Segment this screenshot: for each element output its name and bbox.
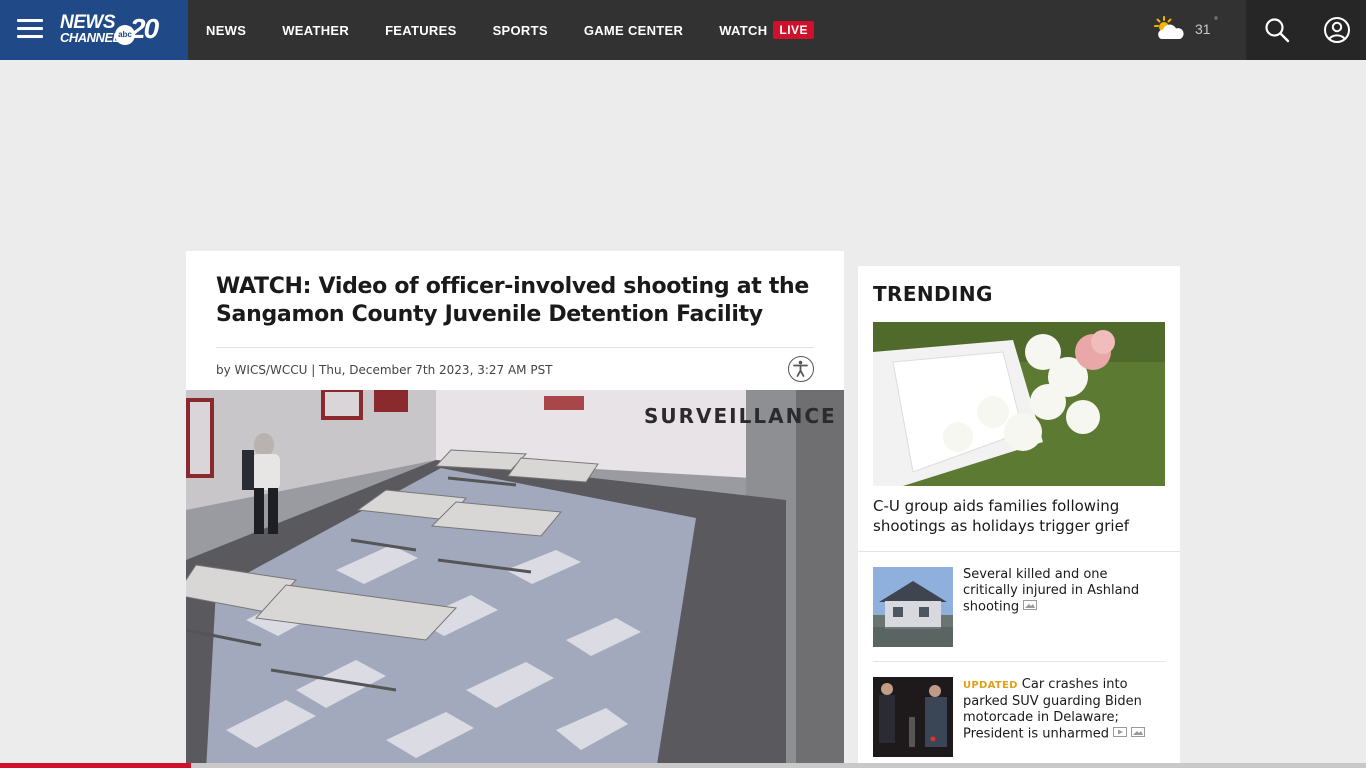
trending-item-divider [873, 661, 1165, 662]
weather-widget[interactable]: 31 ° [1152, 14, 1242, 46]
nav-watch-label: WATCH [719, 22, 768, 38]
surveillance-video-still [186, 390, 844, 768]
header-tools [1246, 0, 1366, 60]
hamburger-menu-icon[interactable] [17, 19, 43, 39]
site-header: NEWS CHANNEL 20 abc NEWS WEATHER FEATURE… [0, 0, 1366, 60]
logo-line-channel: CHANNEL [60, 30, 121, 45]
nav-item-features[interactable]: FEATURES [385, 23, 457, 38]
trending-item-text: Several killed and one critically injure… [963, 567, 1166, 616]
site-logo[interactable]: NEWS CHANNEL 20 abc [58, 12, 162, 48]
nav-item-watch-live[interactable]: WATCH LIVE [719, 21, 815, 39]
nav-item-game-center[interactable]: GAME CENTER [584, 23, 683, 38]
trending-divider [858, 551, 1180, 552]
trending-thumbnail [873, 567, 953, 647]
main-nav: NEWS WEATHER FEATURES SPORTS GAME CENTER… [206, 0, 815, 60]
degree-symbol: ° [1214, 16, 1218, 27]
accessibility-icon[interactable] [788, 356, 814, 382]
trending-hero-image[interactable] [873, 322, 1165, 486]
gallery-icon [1131, 726, 1146, 742]
trending-item[interactable]: Several killed and one critically injure… [873, 567, 1165, 647]
trending-item[interactable]: UPDATED Car crashes into parked SUV guard… [873, 677, 1165, 757]
gallery-icon [1023, 599, 1038, 615]
trending-thumbnail [873, 677, 953, 757]
article-headline: WATCH: Video of officer-involved shootin… [216, 274, 810, 327]
trending-panel: TRENDING C-U group aids families followi… [858, 266, 1180, 768]
trending-title: TRENDING [873, 282, 993, 306]
headline-divider [216, 347, 814, 348]
article-card: WATCH: Video of officer-involved shootin… [186, 251, 844, 768]
account-icon[interactable] [1323, 16, 1351, 44]
trending-hero-caption[interactable]: C-U group aids families following shooti… [873, 496, 1165, 536]
article-byline: by WICS/WCCU | Thu, December 7th 2023, 3… [216, 363, 553, 377]
logo-network-badge: abc [115, 25, 135, 45]
logo-number: 20 [130, 13, 159, 44]
nav-item-sports[interactable]: SPORTS [493, 23, 548, 38]
brand-block: NEWS CHANNEL 20 abc [0, 0, 188, 60]
video-player[interactable]: SURVEILLANCE VID [186, 390, 844, 768]
nav-item-news[interactable]: NEWS [206, 23, 246, 38]
reading-progress-fill [0, 763, 192, 768]
nav-item-weather[interactable]: WEATHER [282, 23, 349, 38]
video-overlay-text: SURVEILLANCE VID [644, 404, 844, 428]
updated-badge: UPDATED [963, 680, 1018, 691]
reading-progress-bar [0, 763, 1366, 768]
temperature: 31 [1195, 21, 1211, 37]
live-badge: LIVE [773, 21, 815, 39]
trending-item-headline: Several killed and one critically injure… [963, 567, 1140, 615]
search-icon[interactable] [1263, 16, 1291, 44]
partly-cloudy-icon [1154, 16, 1184, 39]
trending-item-text: UPDATED Car crashes into parked SUV guard… [963, 677, 1166, 743]
video-icon [1113, 726, 1128, 742]
